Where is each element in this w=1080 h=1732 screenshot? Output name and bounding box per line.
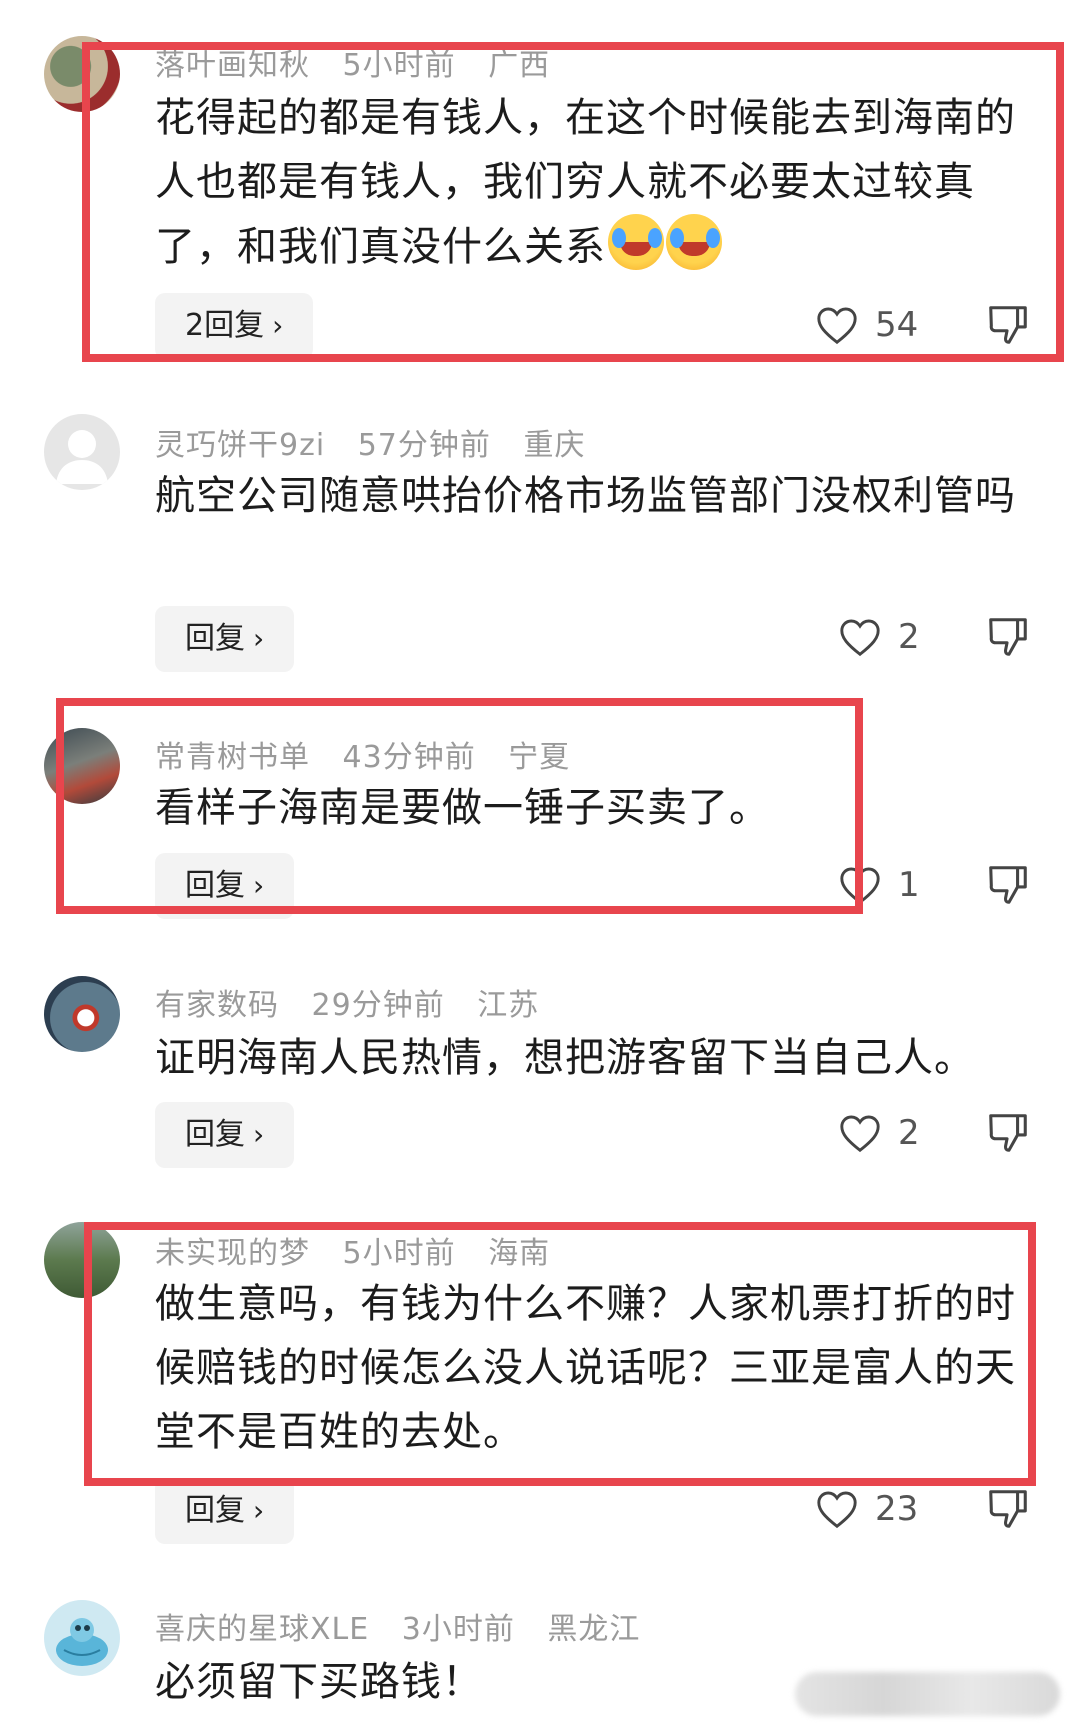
thumbs-down-icon[interactable]	[985, 1486, 1031, 1532]
timestamp: 3小时前	[401, 1612, 515, 1647]
like-button[interactable]: 23	[815, 1484, 918, 1534]
comment-text: 证明海南人民热情，想把游客留下当自己人。	[155, 1035, 975, 1081]
location: 黑龙江	[547, 1612, 641, 1647]
comment-meta: 有家数码 29分钟前 江苏	[155, 980, 561, 1024]
location: 广西	[488, 48, 551, 83]
username[interactable]: 喜庆的星球XLE	[155, 1612, 369, 1647]
like-count: 2	[898, 1113, 920, 1153]
chevron-right-icon: ›	[253, 869, 265, 902]
username[interactable]: 未实现的梦	[155, 1236, 310, 1271]
comment-text: 航空公司随意哄抬价格市场监管部门没权利管吗	[155, 473, 1016, 519]
username[interactable]: 落叶画知秋	[155, 48, 310, 83]
comment-meta: 喜庆的星球XLE 3小时前 黑龙江	[155, 1604, 662, 1648]
heart-outline-icon	[817, 1491, 857, 1529]
reply-button[interactable]: 回复 ›	[155, 853, 295, 919]
like-button[interactable]: 1	[838, 860, 920, 910]
like-button[interactable]: 2	[838, 1108, 920, 1158]
chevron-right-icon: ›	[253, 1494, 265, 1527]
comment-meta: 落叶画知秋 5小时前 广西	[155, 40, 572, 84]
comment-meta: 未实现的梦 5小时前 海南	[155, 1228, 572, 1272]
avatar[interactable]	[44, 1600, 120, 1676]
username[interactable]: 常青树书单	[155, 740, 310, 775]
like-count: 23	[875, 1489, 919, 1529]
alien-avatar-icon	[56, 1618, 108, 1666]
heart-outline-icon	[840, 867, 880, 905]
timestamp: 29分钟前	[311, 988, 445, 1023]
chevron-right-icon: ›	[253, 1118, 265, 1151]
like-button[interactable]: 54	[815, 300, 918, 350]
like-count: 54	[875, 305, 919, 345]
thumbs-down-icon[interactable]	[985, 302, 1031, 348]
avatar[interactable]	[44, 728, 120, 804]
username[interactable]: 有家数码	[155, 988, 279, 1023]
default-avatar-icon	[56, 430, 108, 484]
laugh-cry-emoji-icon	[666, 214, 722, 270]
laugh-cry-emoji-icon	[608, 214, 664, 270]
reply-button[interactable]: 2回复 ›	[155, 293, 314, 359]
reply-button[interactable]: 回复 ›	[155, 1102, 295, 1168]
timestamp: 57分钟前	[357, 428, 491, 463]
comment-text: 花得起的都是有钱人，在这个时候能去到海南的人也都是有钱人，我们穷人就不必要太过较…	[155, 95, 1016, 270]
timestamp: 5小时前	[342, 1236, 456, 1271]
timestamp: 43分钟前	[342, 740, 476, 775]
thumbs-down-icon[interactable]	[985, 1110, 1031, 1156]
location: 宁夏	[508, 740, 571, 775]
avatar[interactable]	[44, 976, 120, 1052]
reply-button[interactable]: 回复 ›	[155, 1478, 295, 1544]
avatar[interactable]	[44, 1222, 120, 1298]
like-button[interactable]: 2	[838, 612, 920, 662]
comment-meta: 灵巧饼干9zi 57分钟前 重庆	[155, 420, 607, 464]
thumbs-down-icon[interactable]	[985, 862, 1031, 908]
comment-meta: 常青树书单 43分钟前 宁夏	[155, 732, 592, 776]
comment-text: 做生意吗，有钱为什么不赚？人家机票打折的时候赔钱的时候怎么没人说话呢？三亚是富人…	[155, 1281, 1016, 1455]
heart-outline-icon	[817, 307, 857, 345]
location: 江苏	[477, 988, 540, 1023]
chevron-right-icon: ›	[253, 622, 265, 655]
blurred-watermark	[795, 1672, 1060, 1716]
chevron-right-icon: ›	[272, 309, 284, 342]
like-count: 2	[898, 617, 920, 657]
location: 海南	[488, 1236, 551, 1271]
timestamp: 5小时前	[342, 48, 456, 83]
avatar[interactable]	[44, 36, 120, 112]
reply-button[interactable]: 回复 ›	[155, 606, 295, 672]
username[interactable]: 灵巧饼干9zi	[155, 428, 325, 463]
avatar[interactable]	[44, 414, 120, 490]
comment-text: 看样子海南是要做一锤子买卖了。	[155, 785, 770, 831]
heart-outline-icon	[840, 1115, 880, 1153]
location: 重庆	[523, 428, 586, 463]
heart-outline-icon	[840, 619, 880, 657]
like-count: 1	[898, 865, 920, 905]
thumbs-down-icon[interactable]	[985, 614, 1031, 660]
